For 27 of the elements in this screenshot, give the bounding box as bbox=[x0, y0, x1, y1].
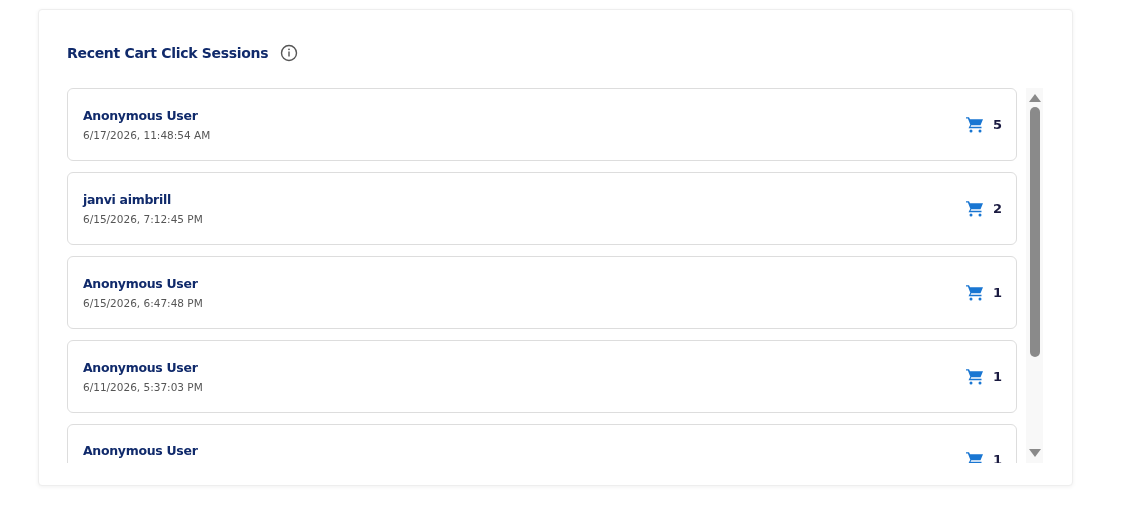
click-count: 1 bbox=[992, 369, 1002, 384]
click-count: 2 bbox=[992, 201, 1002, 216]
user-name: janvi aimbrill bbox=[83, 192, 172, 207]
cart-icon bbox=[965, 200, 984, 217]
cart-icon bbox=[965, 284, 984, 301]
session-time: 6/17/2026, 11:48:54 AM bbox=[83, 129, 211, 141]
panel-title: Recent Cart Click Sessions bbox=[67, 45, 269, 61]
session-time: 6/11/2026, 5:37:03 PM bbox=[83, 381, 203, 393]
session-time: 6/15/2026, 6:47:48 PM bbox=[83, 297, 203, 309]
session-row[interactable]: Anonymous User 6/15/2026, 6:47:48 PM 1 bbox=[67, 256, 1017, 329]
scroll-down-icon[interactable] bbox=[1028, 449, 1041, 457]
cart-icon bbox=[965, 451, 984, 463]
session-row[interactable]: Anonymous User 6/17/2026, 11:48:54 AM 5 bbox=[67, 88, 1017, 161]
session-time: 6/15/2026, 7:12:45 PM bbox=[83, 213, 203, 225]
session-row[interactable]: janvi aimbrill 6/15/2026, 7:12:45 PM 2 bbox=[67, 172, 1017, 245]
scroll-up-icon[interactable] bbox=[1028, 94, 1041, 102]
cart-icon bbox=[965, 368, 984, 385]
scrollbar[interactable] bbox=[1026, 88, 1043, 463]
user-name: Anonymous User bbox=[83, 443, 198, 458]
user-name: Anonymous User bbox=[83, 276, 199, 291]
session-row[interactable]: Anonymous User 6/11/2026, 5:37:03 PM 1 bbox=[67, 340, 1017, 413]
click-count: 1 bbox=[992, 285, 1002, 300]
info-icon[interactable] bbox=[280, 44, 299, 62]
cart-icon bbox=[965, 116, 984, 133]
click-count: 5 bbox=[992, 117, 1002, 132]
user-name: Anonymous User bbox=[83, 360, 199, 375]
user-name: Anonymous User bbox=[83, 108, 199, 123]
